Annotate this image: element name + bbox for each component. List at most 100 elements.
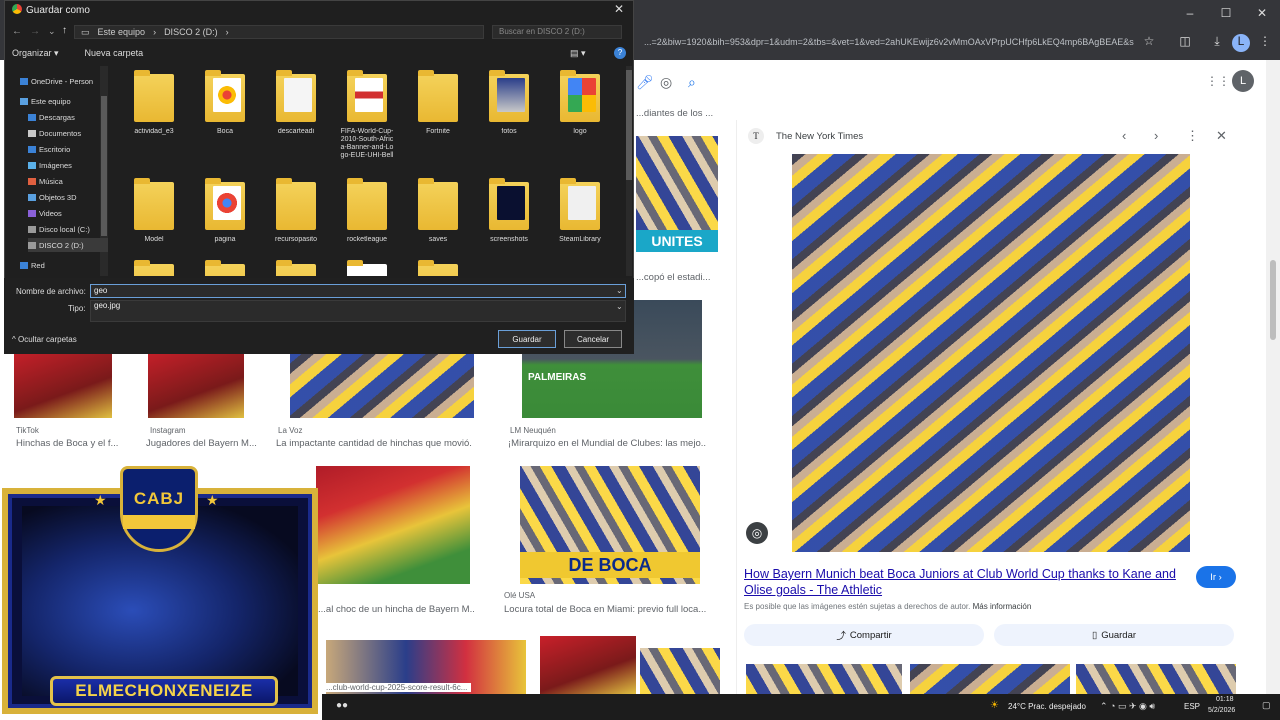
cancel-button[interactable]: Cancelar (564, 330, 622, 348)
lens-icon[interactable]: ◎ (660, 74, 672, 91)
scrollbar-thumb[interactable] (1270, 260, 1276, 340)
tile-title[interactable]: Locura total de Boca en Miami: previo fu… (504, 604, 706, 615)
tray-icons[interactable]: ⌃ ◔ ▭ ✈ ◉ 🔊︎ (1100, 701, 1155, 712)
hide-folders-toggle[interactable]: ^ Ocultar carpetas (12, 335, 77, 344)
filetype-select[interactable]: geo.jpg (90, 300, 626, 322)
extensions-icon[interactable]: ◫ (1176, 34, 1194, 52)
download-icon[interactable]: ⤓ (1208, 34, 1226, 52)
help-icon[interactable]: ? (614, 47, 626, 59)
organize-button[interactable]: Organizar ▾ (12, 48, 59, 59)
tile-title[interactable]: La impactante cantidad de hinchas que mo… (276, 438, 472, 449)
save-image-button[interactable]: ▯ Guardar (994, 624, 1234, 646)
save-button[interactable]: Guardar (498, 330, 556, 348)
folder-item[interactable]: recursopasito (268, 178, 324, 244)
menu-icon[interactable]: ⋮ (1256, 34, 1274, 52)
result-image[interactable] (290, 350, 474, 418)
nav-item[interactable]: Red (20, 258, 45, 272)
close-panel-icon[interactable]: ✕ (1216, 128, 1227, 144)
tile-caption[interactable]: ...copó el estadi... (636, 272, 726, 283)
tile-caption[interactable]: ...diantes de los ... (636, 108, 726, 119)
forward-arrow-icon[interactable]: → (30, 26, 40, 37)
clock-time[interactable]: 01:18 (1216, 696, 1234, 703)
tile-source[interactable]: TikTok (16, 426, 39, 435)
related-image[interactable] (1076, 664, 1236, 694)
tile-title[interactable]: ¡Mirarquizo en el Mundial de Clubes: las… (508, 438, 706, 449)
nav-item[interactable]: Objetos 3D (28, 190, 77, 204)
nav-item[interactable]: Este equipo (20, 94, 71, 108)
nav-item[interactable]: DISCO 2 (D:) (28, 238, 108, 252)
folder-item[interactable] (339, 260, 395, 276)
microphone-icon[interactable]: 🎤︎ (636, 74, 654, 91)
result-image[interactable] (14, 350, 112, 418)
chevron-left-icon[interactable]: ‹ (1122, 128, 1126, 143)
folder-item[interactable]: actividad_e3 (126, 70, 182, 136)
folder-item[interactable]: screenshots (481, 178, 537, 244)
breadcrumb-disco-2[interactable]: DISCO 2 (D:) (164, 27, 218, 37)
folder-item[interactable]: Boca (197, 70, 253, 136)
file-scrollbar[interactable] (626, 66, 632, 276)
weather-text[interactable]: 24°C Prac. despejado (1008, 702, 1086, 711)
search-icon[interactable]: ⌕ (688, 74, 696, 91)
nav-item[interactable]: Descargas (28, 110, 75, 124)
nav-item[interactable]: OneDrive - Person (20, 74, 93, 88)
panel-source[interactable]: The New York Times (776, 131, 863, 142)
chevron-right-icon[interactable]: › (1154, 128, 1158, 143)
view-options-icon[interactable]: ▤ ▾ (570, 48, 586, 59)
result-image[interactable] (148, 350, 244, 418)
nav-item[interactable]: Disco local (C:) (28, 222, 90, 236)
language-indicator[interactable]: ESP (1184, 702, 1200, 711)
up-arrow-icon[interactable]: ↑ (62, 25, 67, 36)
url-text[interactable]: ...=2&biw=1920&bih=953&dpr=1&udm=2&tbs=&… (644, 37, 1134, 47)
maximize-icon[interactable]: ☐ (1208, 0, 1244, 26)
folder-item[interactable] (126, 260, 182, 276)
nav-item[interactable]: Videos (28, 206, 62, 220)
lens-search-icon[interactable]: ◎ (746, 522, 768, 544)
folder-item[interactable]: SteamLibrary (552, 178, 608, 244)
page-scrollbar[interactable] (1266, 60, 1280, 694)
related-image[interactable] (910, 664, 1070, 694)
tile-source[interactable]: Olé USA (504, 591, 535, 600)
folder-item[interactable]: Model (126, 178, 182, 244)
related-image[interactable] (746, 664, 902, 694)
more-icon[interactable]: ⋮ (1186, 128, 1199, 144)
folder-item[interactable]: pagina (197, 178, 253, 244)
star-icon[interactable]: ☆ (1140, 34, 1158, 52)
folder-item[interactable] (197, 260, 253, 276)
close-dialog-icon[interactable]: ✕ (614, 2, 624, 16)
tile-title[interactable]: Hinchas de Boca y el f... (16, 438, 128, 449)
filename-input[interactable]: geo (90, 284, 626, 298)
panel-title-link[interactable]: How Bayern Munich beat Boca Juniors at C… (744, 566, 1184, 598)
folder-item[interactable]: logo (552, 70, 608, 136)
folder-item[interactable] (268, 260, 324, 276)
tile-title[interactable]: ...al choc de un hincha de Bayern M... (318, 604, 474, 615)
more-info-link[interactable]: Más información (973, 602, 1032, 611)
tile-source[interactable]: La Voz (278, 426, 302, 435)
tile-source[interactable]: LM Neuquén (510, 426, 556, 435)
folder-item[interactable]: saves (410, 178, 466, 244)
folder-item[interactable]: rocketleague (339, 178, 395, 244)
new-folder-button[interactable]: Nueva carpeta (85, 48, 144, 59)
result-image[interactable] (316, 466, 470, 584)
dialog-search-input[interactable]: Buscar en DISCO 2 (D:) (492, 25, 622, 39)
folder-address-bar[interactable]: ▭ Este equipo › DISCO 2 (D:) › (74, 25, 484, 39)
nav-item[interactable]: Música (28, 174, 63, 188)
result-image[interactable]: DE BOCA (520, 466, 700, 584)
breadcrumb-este-equipo[interactable]: Este equipo (98, 27, 146, 37)
nav-item[interactable]: Documentos (28, 126, 81, 140)
account-avatar[interactable]: L (1232, 70, 1254, 92)
folder-item[interactable]: FIFA-World-Cup-2010-South-Africa-Banner-… (339, 70, 395, 160)
nav-item[interactable]: Escritorio (28, 142, 70, 156)
share-button[interactable]: ⤴ Compartir (744, 624, 984, 646)
nav-scrollbar-thumb[interactable] (101, 96, 107, 236)
back-arrow-icon[interactable]: ← (12, 26, 22, 37)
folder-item[interactable]: Fortnite (410, 70, 466, 136)
chevron-down-icon[interactable]: ⌄ (48, 26, 56, 37)
nav-item[interactable]: Imágenes (28, 158, 72, 172)
address-bar[interactable]: ...=2&biw=1920&bih=953&dpr=1&udm=2&tbs=&… (634, 30, 1280, 56)
taskbar-app-icon[interactable]: ●● (336, 700, 348, 711)
notification-icon[interactable]: ▢ (1262, 700, 1271, 711)
clock-date[interactable]: 5/2/2026 (1208, 707, 1235, 714)
chevron-down-icon[interactable]: ⌄ (616, 286, 623, 295)
preview-image[interactable] (792, 154, 1190, 552)
result-image[interactable]: UNITES (636, 136, 718, 252)
